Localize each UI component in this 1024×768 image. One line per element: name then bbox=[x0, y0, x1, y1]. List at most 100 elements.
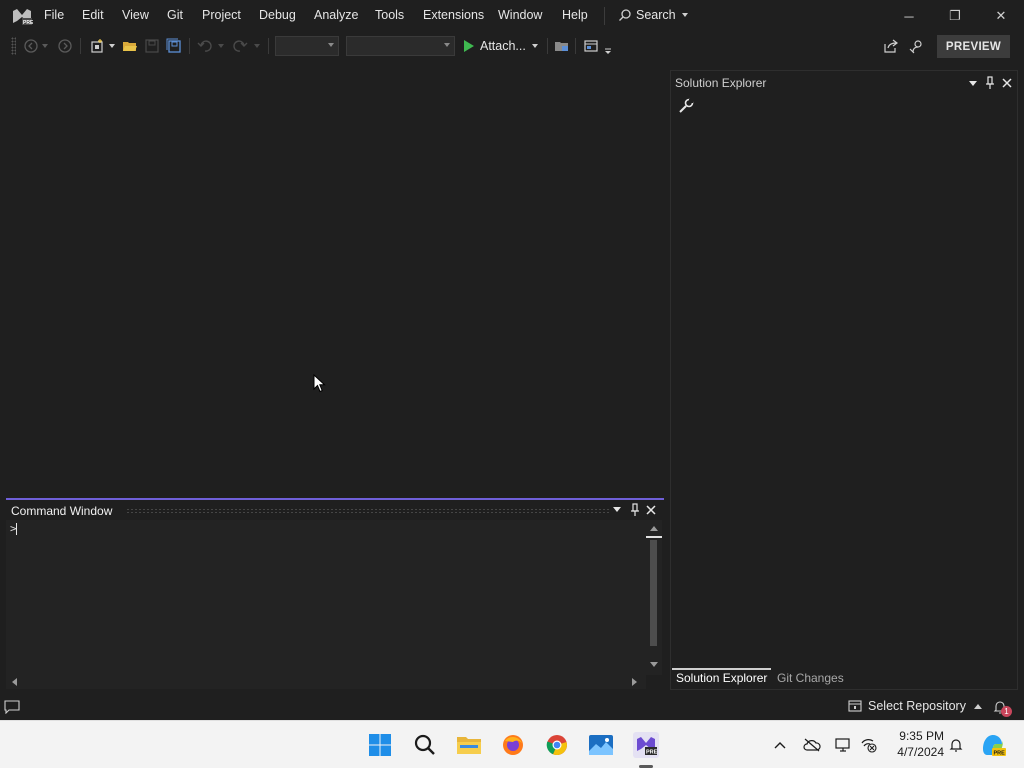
menu-file[interactable]: File bbox=[42, 8, 66, 22]
undo-icon[interactable] bbox=[196, 37, 214, 55]
scroll-right-icon[interactable] bbox=[632, 678, 637, 686]
close-icon[interactable] bbox=[645, 504, 657, 516]
menu-separator bbox=[604, 7, 605, 25]
scroll-down-icon[interactable] bbox=[650, 662, 658, 667]
menu-analyze[interactable]: Analyze bbox=[312, 8, 360, 22]
browse-folder-icon[interactable] bbox=[553, 37, 571, 55]
firefox-icon[interactable] bbox=[499, 731, 527, 759]
search-icon bbox=[619, 9, 631, 21]
notifications-bell-icon[interactable] bbox=[946, 735, 966, 755]
pin-icon[interactable] bbox=[984, 76, 996, 90]
chevron-down-icon bbox=[681, 13, 688, 17]
text-caret bbox=[16, 523, 17, 535]
command-window: Command Window > bbox=[6, 498, 664, 690]
windows-taskbar: PRE 9:35 PM 4/7/2024 PRE bbox=[0, 720, 1024, 768]
menu-debug[interactable]: Debug bbox=[257, 8, 298, 22]
toolbar-separator bbox=[575, 38, 576, 54]
svg-text:PRE: PRE bbox=[23, 20, 33, 26]
chevron-down-icon[interactable] bbox=[40, 37, 50, 55]
preview-badge[interactable]: PREVIEW bbox=[937, 35, 1010, 58]
tab-solution-explorer[interactable]: Solution Explorer bbox=[672, 668, 772, 686]
chevron-down-icon[interactable] bbox=[107, 37, 117, 55]
chevron-down-icon bbox=[531, 44, 538, 48]
close-window-button[interactable]: ✕ bbox=[978, 0, 1024, 32]
play-icon bbox=[464, 40, 474, 52]
search-label: Search bbox=[636, 8, 676, 22]
copilot-preview-icon[interactable]: PRE bbox=[979, 731, 1007, 759]
vs-logo-icon[interactable]: PRE bbox=[11, 5, 34, 27]
command-input-area[interactable]: > bbox=[6, 520, 646, 675]
menu-git[interactable]: Git bbox=[165, 8, 185, 22]
toolbar-grip bbox=[11, 37, 16, 55]
photos-app-icon[interactable] bbox=[587, 731, 615, 759]
cloud-offline-icon[interactable] bbox=[802, 735, 822, 755]
menu-project[interactable]: Project bbox=[200, 8, 243, 22]
navigate-back-icon[interactable] bbox=[22, 37, 40, 55]
toolbar-separator bbox=[80, 38, 81, 54]
minimize-button[interactable]: ─ bbox=[886, 0, 932, 32]
pin-icon[interactable] bbox=[629, 503, 641, 517]
output-message-icon[interactable] bbox=[4, 700, 20, 715]
chrome-icon[interactable] bbox=[543, 731, 571, 759]
toolbar-options-icon[interactable] bbox=[602, 42, 614, 60]
chevron-down-icon[interactable] bbox=[252, 37, 262, 55]
editor-area[interactable] bbox=[0, 62, 666, 498]
menu-view[interactable]: View bbox=[120, 8, 151, 22]
solution-platforms-dropdown[interactable] bbox=[346, 36, 455, 56]
menu-tools[interactable]: Tools bbox=[373, 8, 406, 22]
solution-explorer-tabs: Solution Explorer Git Changes bbox=[671, 668, 1017, 690]
file-explorer-icon[interactable] bbox=[455, 731, 483, 759]
close-icon[interactable] bbox=[1001, 77, 1013, 89]
attach-label: Attach... bbox=[480, 39, 526, 53]
scroll-up-icon[interactable] bbox=[650, 526, 658, 531]
open-folder-icon[interactable] bbox=[121, 37, 139, 55]
properties-wrench-icon[interactable] bbox=[678, 98, 694, 114]
svg-text:PRE: PRE bbox=[994, 751, 1006, 757]
menu-extensions[interactable]: Extensions bbox=[421, 8, 486, 22]
attach-button[interactable]: Attach... bbox=[463, 37, 538, 55]
chevron-down-icon[interactable] bbox=[216, 37, 226, 55]
chevron-down-icon[interactable] bbox=[969, 81, 977, 86]
restore-button[interactable]: ❐ bbox=[932, 0, 978, 32]
chevron-up-icon[interactable] bbox=[770, 735, 790, 755]
windows-start-icon[interactable] bbox=[366, 731, 394, 759]
clock-time: 9:35 PM bbox=[899, 729, 944, 743]
toolbar: Attach... bbox=[0, 32, 1024, 60]
menu-help[interactable]: Help bbox=[560, 8, 590, 22]
chevron-down-icon[interactable] bbox=[613, 507, 621, 512]
solution-explorer-panel: Solution Explorer Solution Explorer Git … bbox=[670, 70, 1018, 690]
notifications-bell-icon[interactable]: 1 bbox=[992, 699, 1012, 717]
display-icon[interactable] bbox=[833, 735, 853, 755]
menu-edit[interactable]: Edit bbox=[80, 8, 106, 22]
search-button[interactable]: Search bbox=[618, 8, 688, 22]
save-icon[interactable] bbox=[143, 37, 161, 55]
horizontal-scrollbar[interactable] bbox=[6, 675, 646, 689]
vertical-scrollbar[interactable] bbox=[646, 520, 662, 675]
repository-icon bbox=[848, 700, 862, 712]
scrollbar-thumb[interactable] bbox=[650, 540, 657, 646]
tab-git-changes[interactable]: Git Changes bbox=[773, 670, 848, 686]
chevron-down-icon bbox=[444, 43, 450, 47]
solution-configurations-dropdown[interactable] bbox=[275, 36, 339, 56]
scrollbar-track-marker bbox=[646, 536, 662, 538]
new-project-icon[interactable] bbox=[88, 37, 106, 55]
live-share-icon[interactable] bbox=[882, 37, 900, 55]
visual-studio-preview-icon[interactable]: PRE bbox=[631, 731, 661, 759]
select-repository-button[interactable]: Select Repository bbox=[848, 699, 982, 713]
panel-grip[interactable] bbox=[126, 508, 610, 514]
feedback-icon[interactable] bbox=[908, 37, 926, 55]
navigate-forward-icon[interactable] bbox=[56, 37, 74, 55]
notification-count-badge: 1 bbox=[1001, 706, 1012, 717]
search-icon[interactable] bbox=[411, 731, 439, 759]
taskbar-clock[interactable]: 9:35 PM 4/7/2024 bbox=[888, 728, 944, 760]
redo-icon[interactable] bbox=[231, 37, 249, 55]
solution-explorer-title: Solution Explorer bbox=[675, 76, 767, 90]
network-disconnected-icon[interactable] bbox=[859, 735, 879, 755]
save-all-icon[interactable] bbox=[165, 37, 183, 55]
scroll-left-icon[interactable] bbox=[12, 678, 17, 686]
menu-window[interactable]: Window bbox=[496, 8, 544, 22]
status-bar: Select Repository 1 bbox=[0, 694, 1024, 720]
layout-icon[interactable] bbox=[582, 37, 600, 55]
menu-bar: PRE File Edit View Git Project Debug Ana… bbox=[0, 0, 1024, 32]
mouse-cursor-icon bbox=[313, 373, 327, 394]
